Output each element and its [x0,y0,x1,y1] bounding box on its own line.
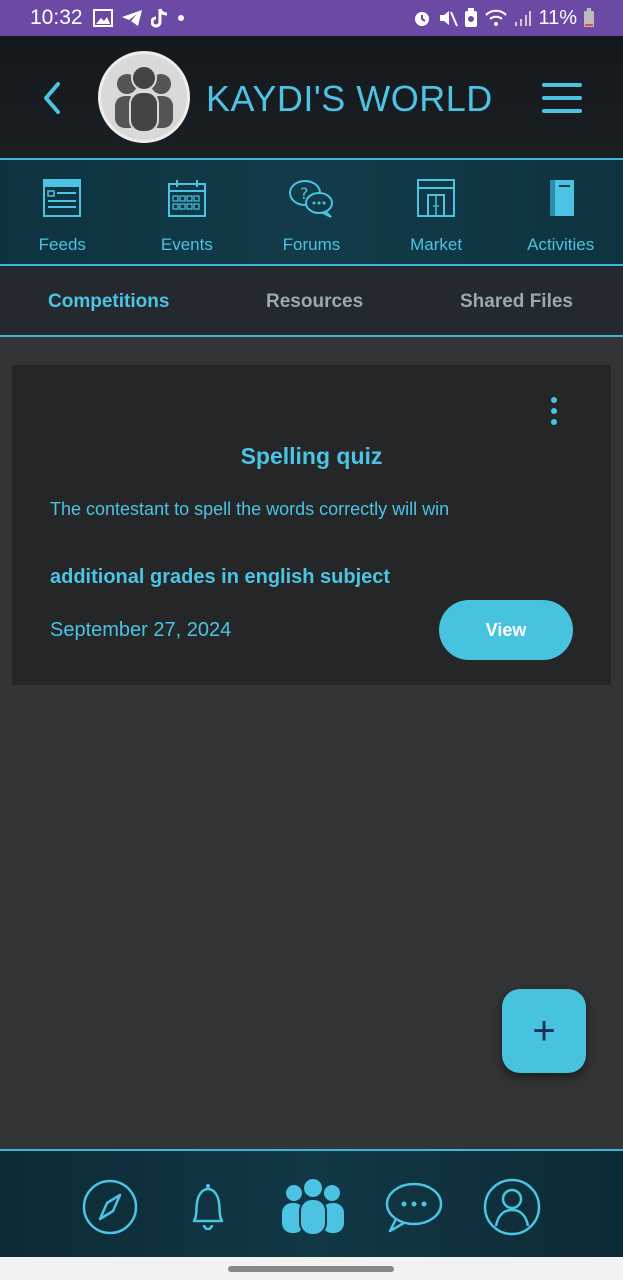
tiktok-icon [150,8,169,28]
feeds-icon [42,178,82,223]
more-options-icon[interactable] [547,395,561,429]
nav-market[interactable]: Market [374,160,499,264]
status-bar: 10:32 11% [0,0,623,36]
tab-bar: Competitions Resources Shared Files [0,266,623,337]
dot-icon [177,14,185,22]
home-indicator-bar [0,1257,623,1280]
competition-date: September 27, 2024 [50,619,232,641]
nav-activities[interactable]: Activities [498,160,623,264]
group-avatar-icon [98,51,190,143]
nav-forums-label: Forums [282,235,341,254]
telegram-icon [121,9,143,27]
competition-card: Spelling quiz The contestant to spell th… [12,365,611,685]
mute-icon [438,8,459,28]
tab-competitions[interactable]: Competitions [48,291,169,313]
battery-icon [583,8,595,28]
status-time: 10:32 [30,6,83,29]
section-nav: Feeds Events ? Forums Market Activities [0,158,623,266]
competition-prize: additional grades in english subject [50,566,391,588]
signal-icon [514,9,532,27]
chevron-left-icon[interactable] [38,78,68,118]
gallery-icon [92,9,113,27]
page-title: KAYDI'S WORLD [206,78,493,119]
profile-icon[interactable] [482,1177,542,1237]
nav-market-label: Market [410,235,463,254]
community-icon[interactable] [280,1177,346,1237]
chat-icon[interactable] [384,1177,444,1237]
nav-events[interactable]: Events [125,160,250,264]
hamburger-icon[interactable] [540,80,584,116]
plus-icon: + [532,1008,556,1053]
battery-saver-icon [464,8,478,28]
nav-events-label: Events [160,235,213,254]
battery-percent: 11% [538,6,577,29]
competition-description: The contestant to spell the words correc… [50,499,450,519]
bell-icon[interactable] [178,1177,238,1237]
view-button[interactable]: View [439,600,573,660]
home-indicator[interactable] [228,1266,394,1272]
compass-icon[interactable] [80,1177,140,1237]
nav-activities-label: Activities [527,235,595,254]
nav-forums[interactable]: ? Forums [249,160,374,264]
nav-feeds[interactable]: Feeds [0,160,125,264]
calendar-icon [167,178,207,223]
market-icon [416,178,456,223]
app-header: KAYDI'S WORLD [0,36,623,158]
competition-title: Spelling quiz [240,443,383,469]
wifi-icon [484,8,508,28]
alarm-icon [412,8,432,28]
forums-icon: ? [287,178,335,223]
tab-resources[interactable]: Resources [266,291,363,313]
book-icon [541,178,581,223]
bottom-nav [0,1149,623,1257]
add-button[interactable]: + [502,989,586,1073]
tab-shared-files[interactable]: Shared Files [460,291,573,313]
nav-feeds-label: Feeds [38,235,86,254]
